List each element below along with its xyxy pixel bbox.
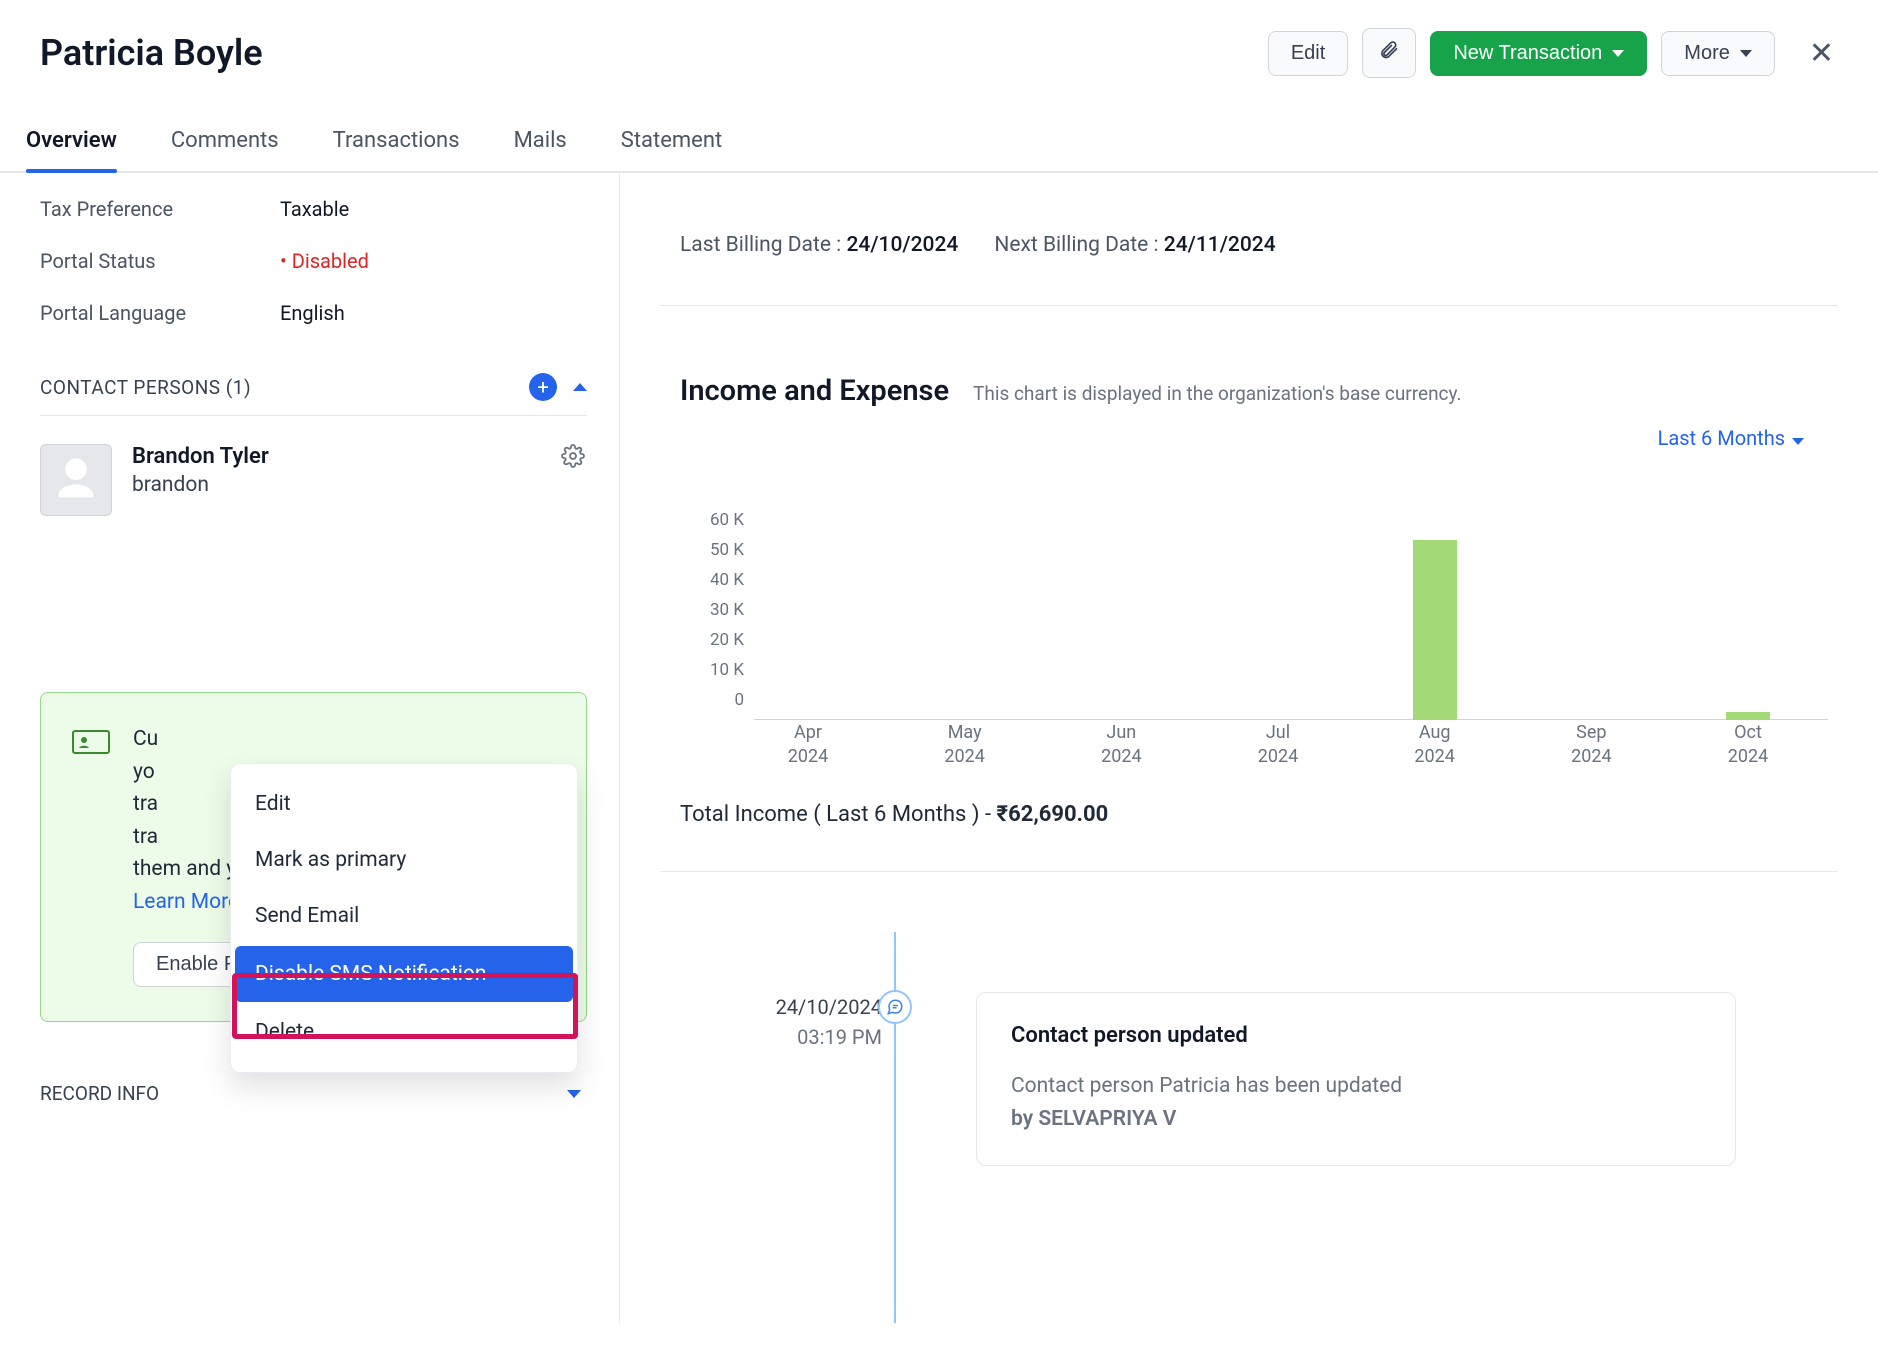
more-label: More [1684, 42, 1730, 65]
chart-range-label: Last 6 Months [1658, 426, 1790, 450]
contact-persons-title: CONTACT PERSONS (1) [40, 376, 251, 399]
chart-xlabel: Sep2024 [1546, 721, 1636, 768]
portal-status-value: Disabled [280, 249, 369, 273]
last-billing-label: Last Billing Date : [680, 233, 846, 257]
chart-xlabel: Oct2024 [1703, 721, 1793, 768]
avatar [40, 444, 112, 516]
close-button[interactable]: ✕ [1805, 36, 1838, 71]
tab-mails[interactable]: Mails [514, 128, 567, 171]
chart-xlabel: Jul2024 [1233, 721, 1323, 768]
chart-ytick: 40 K [688, 570, 744, 590]
promo-line3: tra [133, 792, 158, 816]
portal-language-label: Portal Language [40, 301, 280, 325]
chevron-down-icon [1612, 50, 1624, 57]
chart-ytick: 10 K [688, 660, 744, 680]
contact-settings-button[interactable] [561, 444, 585, 472]
portal-status-label: Portal Status [40, 249, 280, 273]
timeline-event-title: Contact person updated [1011, 1023, 1701, 1048]
timeline-marker-icon [878, 990, 912, 1024]
tab-statement[interactable]: Statement [621, 128, 722, 171]
income-expense-chart: 010 K20 K30 K40 K50 K60 KApr2024May2024J… [688, 480, 1828, 720]
tax-preference-label: Tax Preference [40, 197, 280, 221]
collapse-contact-persons-button[interactable] [573, 383, 587, 391]
timeline-by-label: by [1011, 1107, 1038, 1131]
promo-line2: yo [133, 760, 155, 784]
timeline-date-value: 24/10/2024 [776, 995, 882, 1019]
dropdown-delete[interactable]: Delete [231, 1004, 577, 1060]
new-transaction-label: New Transaction [1453, 42, 1602, 65]
chart-ytick: 0 [688, 690, 744, 710]
chevron-down-icon [1792, 438, 1804, 445]
chart-ytick: 50 K [688, 540, 744, 560]
chart-xlabel: Apr2024 [763, 721, 853, 768]
add-contact-button[interactable]: + [529, 373, 557, 401]
billing-row: Last Billing Date : 24/10/2024 Next Bill… [660, 173, 1838, 306]
promo-line4: tra [133, 825, 158, 849]
next-billing-value: 24/11/2024 [1164, 233, 1276, 257]
total-income-label: Total Income ( Last 6 Months ) - [680, 802, 997, 827]
paperclip-icon [1379, 39, 1399, 67]
dropdown-send-email[interactable]: Send Email [231, 888, 577, 944]
dropdown-edit[interactable]: Edit [231, 776, 577, 832]
activity-timeline: 24/10/2024 03:19 PM Contact person updat… [660, 992, 1838, 1166]
contact-person-email: brandon [132, 473, 269, 497]
contact-persons-header: CONTACT PERSONS (1) + [40, 373, 587, 416]
chart-bar [1413, 540, 1457, 720]
chart-title: Income and Expense [680, 374, 949, 408]
tab-transactions[interactable]: Transactions [333, 128, 460, 171]
header-actions: Edit New Transaction More ✕ [1268, 28, 1838, 78]
learn-more-link[interactable]: Learn More [133, 890, 239, 914]
timeline-card: Contact person updated Contact person Pa… [976, 992, 1736, 1166]
chart-xlabel: Jun2024 [1076, 721, 1166, 768]
chart-ytick: 30 K [688, 600, 744, 620]
timeline-event-body: Contact person Patricia has been updated [1011, 1074, 1402, 1098]
tax-preference-value: Taxable [280, 197, 349, 221]
chevron-down-icon [567, 1090, 581, 1098]
chart-xlabel: May2024 [920, 721, 1010, 768]
chart-ytick: 60 K [688, 510, 744, 530]
tab-comments[interactable]: Comments [171, 128, 279, 171]
dropdown-mark-primary[interactable]: Mark as primary [231, 832, 577, 888]
last-billing-value: 24/10/2024 [846, 233, 958, 257]
chart-note: This chart is displayed in the organizat… [973, 382, 1461, 405]
next-billing-label: Next Billing Date : [994, 233, 1163, 257]
timeline-by-name: SELVAPRIYA V [1038, 1107, 1176, 1131]
page-title: Patricia Boyle [40, 32, 263, 74]
new-transaction-button[interactable]: New Transaction [1430, 31, 1647, 76]
chart-range-picker[interactable]: Last 6 Months [660, 408, 1838, 450]
dropdown-disable-sms[interactable]: Disable SMS Notification [235, 946, 573, 1002]
total-income-value: ₹62,690.00 [997, 802, 1109, 827]
chart-xlabel: Aug2024 [1390, 721, 1480, 768]
contact-person-card: Brandon Tyler brandon [40, 416, 587, 516]
portal-language-value: English [280, 301, 345, 325]
record-info-label: RECORD INFO [40, 1082, 159, 1105]
timeline-date: 24/10/2024 03:19 PM [776, 992, 882, 1052]
more-button[interactable]: More [1661, 31, 1775, 76]
chart-bar [1726, 712, 1770, 720]
tab-overview[interactable]: Overview [26, 128, 117, 171]
portal-card-icon [71, 727, 111, 918]
timeline-time-value: 03:19 PM [797, 1025, 882, 1049]
contact-actions-dropdown: Edit Mark as primary Send Email Disable … [230, 763, 578, 1073]
chart-ytick: 20 K [688, 630, 744, 650]
contact-person-name: Brandon Tyler [132, 444, 269, 469]
attachment-button[interactable] [1362, 28, 1416, 78]
chevron-down-icon [1740, 50, 1752, 57]
record-info-section[interactable]: RECORD INFO [40, 1082, 587, 1105]
promo-line1: Cu [133, 727, 158, 751]
edit-button[interactable]: Edit [1268, 31, 1348, 76]
tabs: Overview Comments Transactions Mails Sta… [0, 78, 1878, 173]
